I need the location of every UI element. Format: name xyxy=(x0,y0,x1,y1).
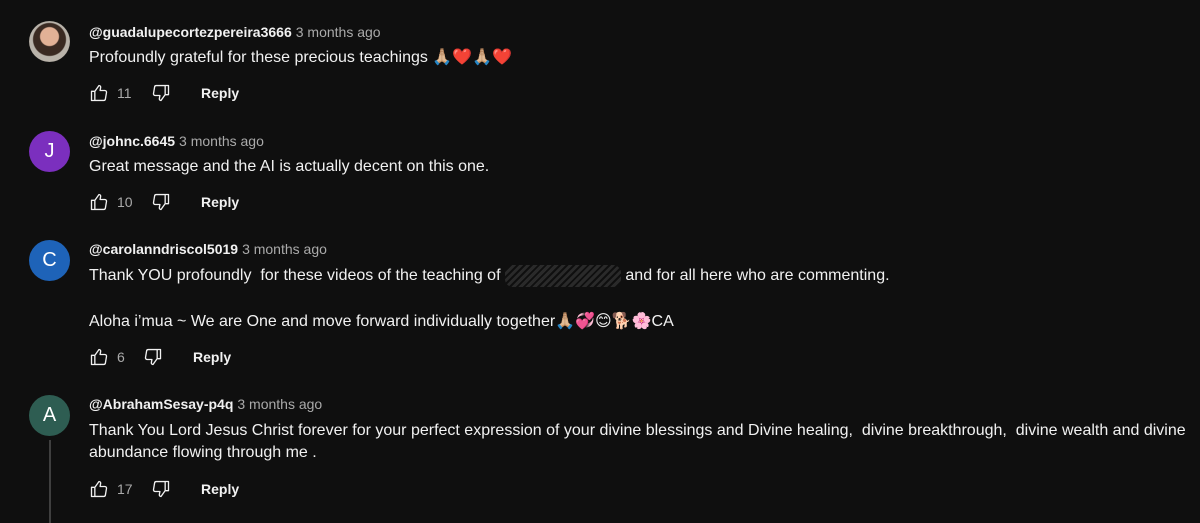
comment-author[interactable]: @carolanndriscol5019 xyxy=(89,241,238,257)
dislike-icon[interactable] xyxy=(143,347,163,367)
reply-button[interactable]: Reply xyxy=(201,481,239,497)
comment-text-part: Thank YOU profoundly for these videos of… xyxy=(89,267,505,285)
comment-actions: 10 Reply xyxy=(89,190,239,214)
comment-author[interactable]: @AbrahamSesay-p4q xyxy=(89,396,233,412)
comment-text: Thank You Lord Jesus Christ forever for … xyxy=(89,422,1191,461)
thread-line xyxy=(49,440,51,523)
like-icon[interactable] xyxy=(89,192,109,212)
comment-author[interactable]: @johnc.6645 xyxy=(89,133,175,149)
comment-text: Profoundly grateful for these precious t… xyxy=(89,49,512,66)
like-count: 11 xyxy=(117,85,132,101)
like-count: 10 xyxy=(117,194,133,210)
like-icon[interactable] xyxy=(89,479,109,499)
like-icon[interactable] xyxy=(89,347,109,367)
comment-text: Great message and the AI is actually dec… xyxy=(89,158,490,175)
avatar[interactable] xyxy=(29,21,70,62)
comment-author[interactable]: @guadalupecortezpereira3666 xyxy=(89,24,292,40)
redacted-scribble xyxy=(504,265,621,287)
comment-actions: 11 Reply xyxy=(89,81,239,105)
reply-button[interactable]: Reply xyxy=(201,194,239,210)
comment-text-line-2: Aloha i’mua ~ We are One and move forwar… xyxy=(89,313,674,330)
like-icon[interactable] xyxy=(89,83,109,103)
dislike-icon[interactable] xyxy=(151,192,171,212)
dislike-icon[interactable] xyxy=(151,83,171,103)
comment-text-part: and for all here who are commenting. xyxy=(620,267,890,285)
comment-timestamp[interactable]: 3 months ago xyxy=(237,396,322,412)
comment-actions: 17 Reply xyxy=(89,477,239,501)
avatar[interactable]: A xyxy=(29,395,70,436)
avatar[interactable]: J xyxy=(29,131,70,172)
like-count: 17 xyxy=(117,481,133,497)
like-count: 6 xyxy=(117,349,125,365)
comment-timestamp[interactable]: 3 months ago xyxy=(242,241,327,257)
comment-timestamp[interactable]: 3 months ago xyxy=(296,24,381,40)
comment-timestamp[interactable]: 3 months ago xyxy=(179,133,264,149)
dislike-icon[interactable] xyxy=(151,479,171,499)
avatar[interactable]: C xyxy=(29,240,70,281)
reply-button[interactable]: Reply xyxy=(201,85,239,101)
comment-text: Thank YOU profoundly for these videos of… xyxy=(89,265,1194,287)
reply-button[interactable]: Reply xyxy=(193,349,231,365)
comment-actions: 6 Reply xyxy=(89,345,231,369)
